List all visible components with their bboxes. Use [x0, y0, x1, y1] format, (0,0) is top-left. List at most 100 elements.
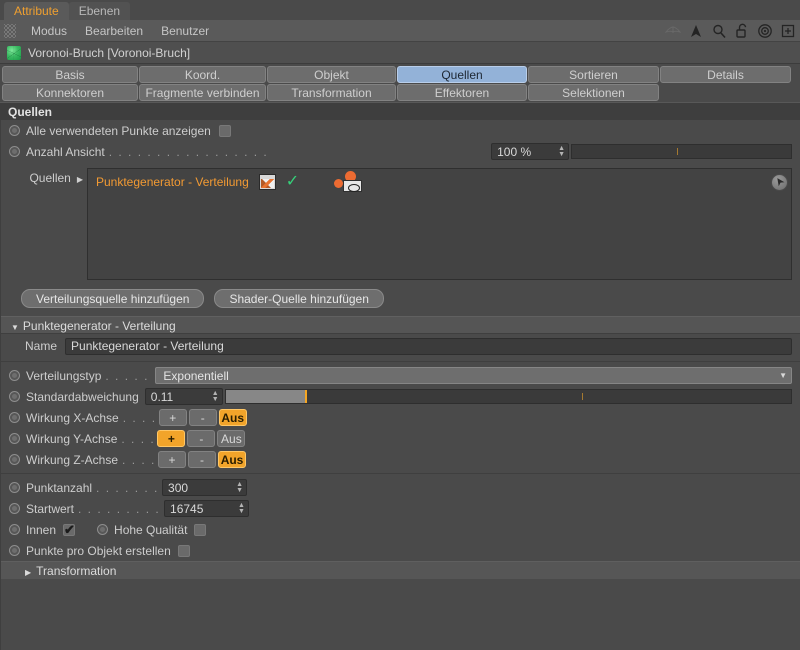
target-icon[interactable] — [757, 23, 773, 39]
tab-fragmente-verbinden[interactable]: Fragmente verbinden — [139, 84, 266, 101]
source-name: Punktegenerator - Verteilung — [96, 175, 249, 189]
slider-standardabweichung[interactable] — [224, 389, 792, 404]
tab-basis[interactable]: Basis — [2, 66, 138, 83]
anim-dot-icon[interactable] — [9, 370, 20, 381]
label-hohe-qualitaet: Hohe Qualität — [114, 522, 188, 537]
tab-attribute[interactable]: Attribute — [4, 2, 69, 20]
divider — [1, 361, 800, 362]
button-x-plus[interactable]: + — [158, 409, 187, 426]
menu-bar: Modus Bearbeiten Benutzer — [0, 20, 800, 42]
menu-bearbeiten[interactable]: Bearbeiten — [76, 20, 152, 42]
tab-koord[interactable]: Koord. — [139, 66, 266, 83]
spinner-anzahl-ansicht[interactable]: ▲ ▼ — [557, 145, 566, 158]
image-thumbnail-icon[interactable] — [258, 174, 276, 190]
field-anzahl-ansicht[interactable]: 100 % ▲ ▼ — [491, 143, 570, 160]
spinner-startwert[interactable]: ▲ ▼ — [237, 502, 246, 515]
value-standardabweichung: 0.11 — [150, 389, 174, 404]
tab-details[interactable]: Details — [660, 66, 791, 83]
button-y-minus[interactable]: - — [187, 430, 216, 447]
input-name[interactable]: Punktegenerator - Verteilung — [65, 337, 792, 355]
empty-area — [0, 579, 800, 650]
row-anzahl-ansicht: Anzahl Ansicht . . . . . . . . . . . . .… — [1, 141, 800, 162]
anim-dot-icon[interactable] — [9, 391, 20, 402]
row-standardabweichung: Standardabweichung 0.11 ▲ ▼ — [1, 386, 800, 407]
slider-tick — [581, 393, 583, 400]
toggle-group-x-achse: + - Aus — [158, 409, 247, 426]
label-startwert: Startwert — [26, 501, 75, 516]
voronoi-fracture-green-cube-icon — [7, 45, 21, 60]
flat-manta-icon[interactable] — [665, 23, 681, 39]
button-z-aus[interactable]: Aus — [218, 451, 247, 468]
anim-dot-icon[interactable] — [9, 125, 20, 136]
anim-dot-icon[interactable] — [97, 524, 109, 535]
triangle-down-icon[interactable]: ▼ — [11, 323, 19, 332]
document-tab-strip: Attribute Ebenen — [0, 0, 800, 20]
field-punktanzahl[interactable]: 300 ▲ ▼ — [162, 479, 248, 496]
row-innen-hohe-qualitaet: Innen Hohe Qualität — [1, 519, 800, 540]
anim-dot-icon[interactable] — [9, 454, 20, 465]
triangle-right-icon[interactable]: ▶ — [25, 568, 31, 577]
tab-objekt[interactable]: Objekt — [267, 66, 396, 83]
anim-dot-icon[interactable] — [9, 146, 20, 157]
slider-anzahl-ansicht[interactable] — [571, 144, 792, 159]
point-generator-visibility-icon[interactable] — [333, 171, 363, 193]
group-header-transformation[interactable]: ▶ Transformation — [1, 561, 800, 579]
group-header-punktegenerator[interactable]: ▼ Punktegenerator - Verteilung — [1, 316, 800, 334]
tab-sortieren[interactable]: Sortieren — [528, 66, 659, 83]
arrow-cursor-icon[interactable] — [688, 23, 704, 39]
button-y-plus[interactable]: + — [157, 430, 186, 447]
tab-quellen[interactable]: Quellen — [397, 66, 527, 83]
checkbox-hohe-qualitaet[interactable] — [194, 523, 207, 536]
divider — [1, 473, 800, 474]
dot-leader: . . . . . . . . . . — [78, 501, 161, 516]
button-z-plus[interactable]: + — [158, 451, 187, 468]
tab-selektionen[interactable]: Selektionen — [528, 84, 659, 101]
anim-dot-icon[interactable] — [9, 524, 20, 535]
tab-transformation[interactable]: Transformation — [267, 84, 396, 101]
button-x-minus[interactable]: - — [188, 409, 217, 426]
button-y-aus[interactable]: Aus — [217, 430, 246, 447]
row-punkte-pro-objekt: Punkte pro Objekt erstellen — [1, 540, 800, 561]
sources-listbox[interactable]: Punktegenerator - Verteilung ✓ — [87, 168, 792, 280]
anim-dot-icon[interactable] — [9, 433, 20, 444]
lock-open-icon[interactable] — [734, 23, 750, 39]
menu-benutzer[interactable]: Benutzer — [152, 20, 218, 42]
page-title: Voronoi-Bruch [Voronoi-Bruch] — [28, 45, 191, 60]
spinner-standardabweichung[interactable]: ▲ ▼ — [211, 390, 220, 403]
tab-ebenen[interactable]: Ebenen — [68, 2, 131, 20]
add-shader-source-button[interactable]: Shader-Quelle hinzufügen — [214, 289, 384, 308]
row-wirkung-y-achse: Wirkung Y-Achse . . . . + - Aus — [1, 428, 800, 449]
cursor-circle-icon[interactable] — [771, 174, 788, 191]
green-check-icon[interactable]: ✓ — [286, 174, 299, 190]
tab-effektoren[interactable]: Effektoren — [397, 84, 527, 101]
checkbox-innen[interactable] — [63, 522, 76, 538]
checkbox-punkte-pro-objekt[interactable] — [177, 544, 190, 557]
grip-dots-icon[interactable] — [4, 23, 16, 38]
parameter-tab-row-2: Konnektoren Fragmente verbinden Transfor… — [2, 84, 798, 101]
value-startwert: 16745 — [170, 501, 204, 516]
magnifier-icon[interactable] — [711, 23, 727, 39]
field-standardabweichung[interactable]: 0.11 ▲ ▼ — [144, 388, 223, 405]
anim-dot-icon[interactable] — [9, 545, 20, 556]
chevron-right-icon[interactable]: ▶ — [77, 175, 83, 184]
anim-dot-icon[interactable] — [9, 412, 20, 423]
tab-konnektoren[interactable]: Konnektoren — [2, 84, 138, 101]
spinner-punktanzahl[interactable]: ▲ ▼ — [235, 481, 244, 494]
plus-box-icon[interactable] — [780, 23, 796, 39]
field-startwert[interactable]: 16745 ▲ ▼ — [164, 500, 250, 517]
list-item[interactable]: Punktegenerator - Verteilung ✓ — [88, 169, 791, 195]
slider-marker[interactable] — [304, 390, 307, 403]
add-distribution-source-button[interactable]: Verteilungsquelle hinzufügen — [21, 289, 205, 308]
anim-dot-icon[interactable] — [9, 503, 20, 514]
button-z-minus[interactable]: - — [188, 451, 217, 468]
menu-modus[interactable]: Modus — [22, 20, 76, 42]
dot-leader: . . . . . . . . . . . . . . . . . — [108, 144, 269, 159]
value-verteilungstyp: Exponentiell — [163, 368, 229, 383]
parameter-tab-row-1: Basis Koord. Objekt Quellen Sortieren De… — [2, 66, 798, 83]
add-source-buttons: Verteilungsquelle hinzufügen Shader-Quel… — [1, 280, 800, 316]
checkbox-alle-punkte-anzeigen[interactable] — [218, 124, 231, 137]
button-x-aus[interactable]: Aus — [218, 409, 247, 426]
anim-dot-icon[interactable] — [9, 482, 20, 493]
label-punkte-pro-objekt: Punkte pro Objekt erstellen — [26, 543, 171, 558]
dropdown-verteilungstyp[interactable]: Exponentiell ▼ — [155, 367, 792, 384]
